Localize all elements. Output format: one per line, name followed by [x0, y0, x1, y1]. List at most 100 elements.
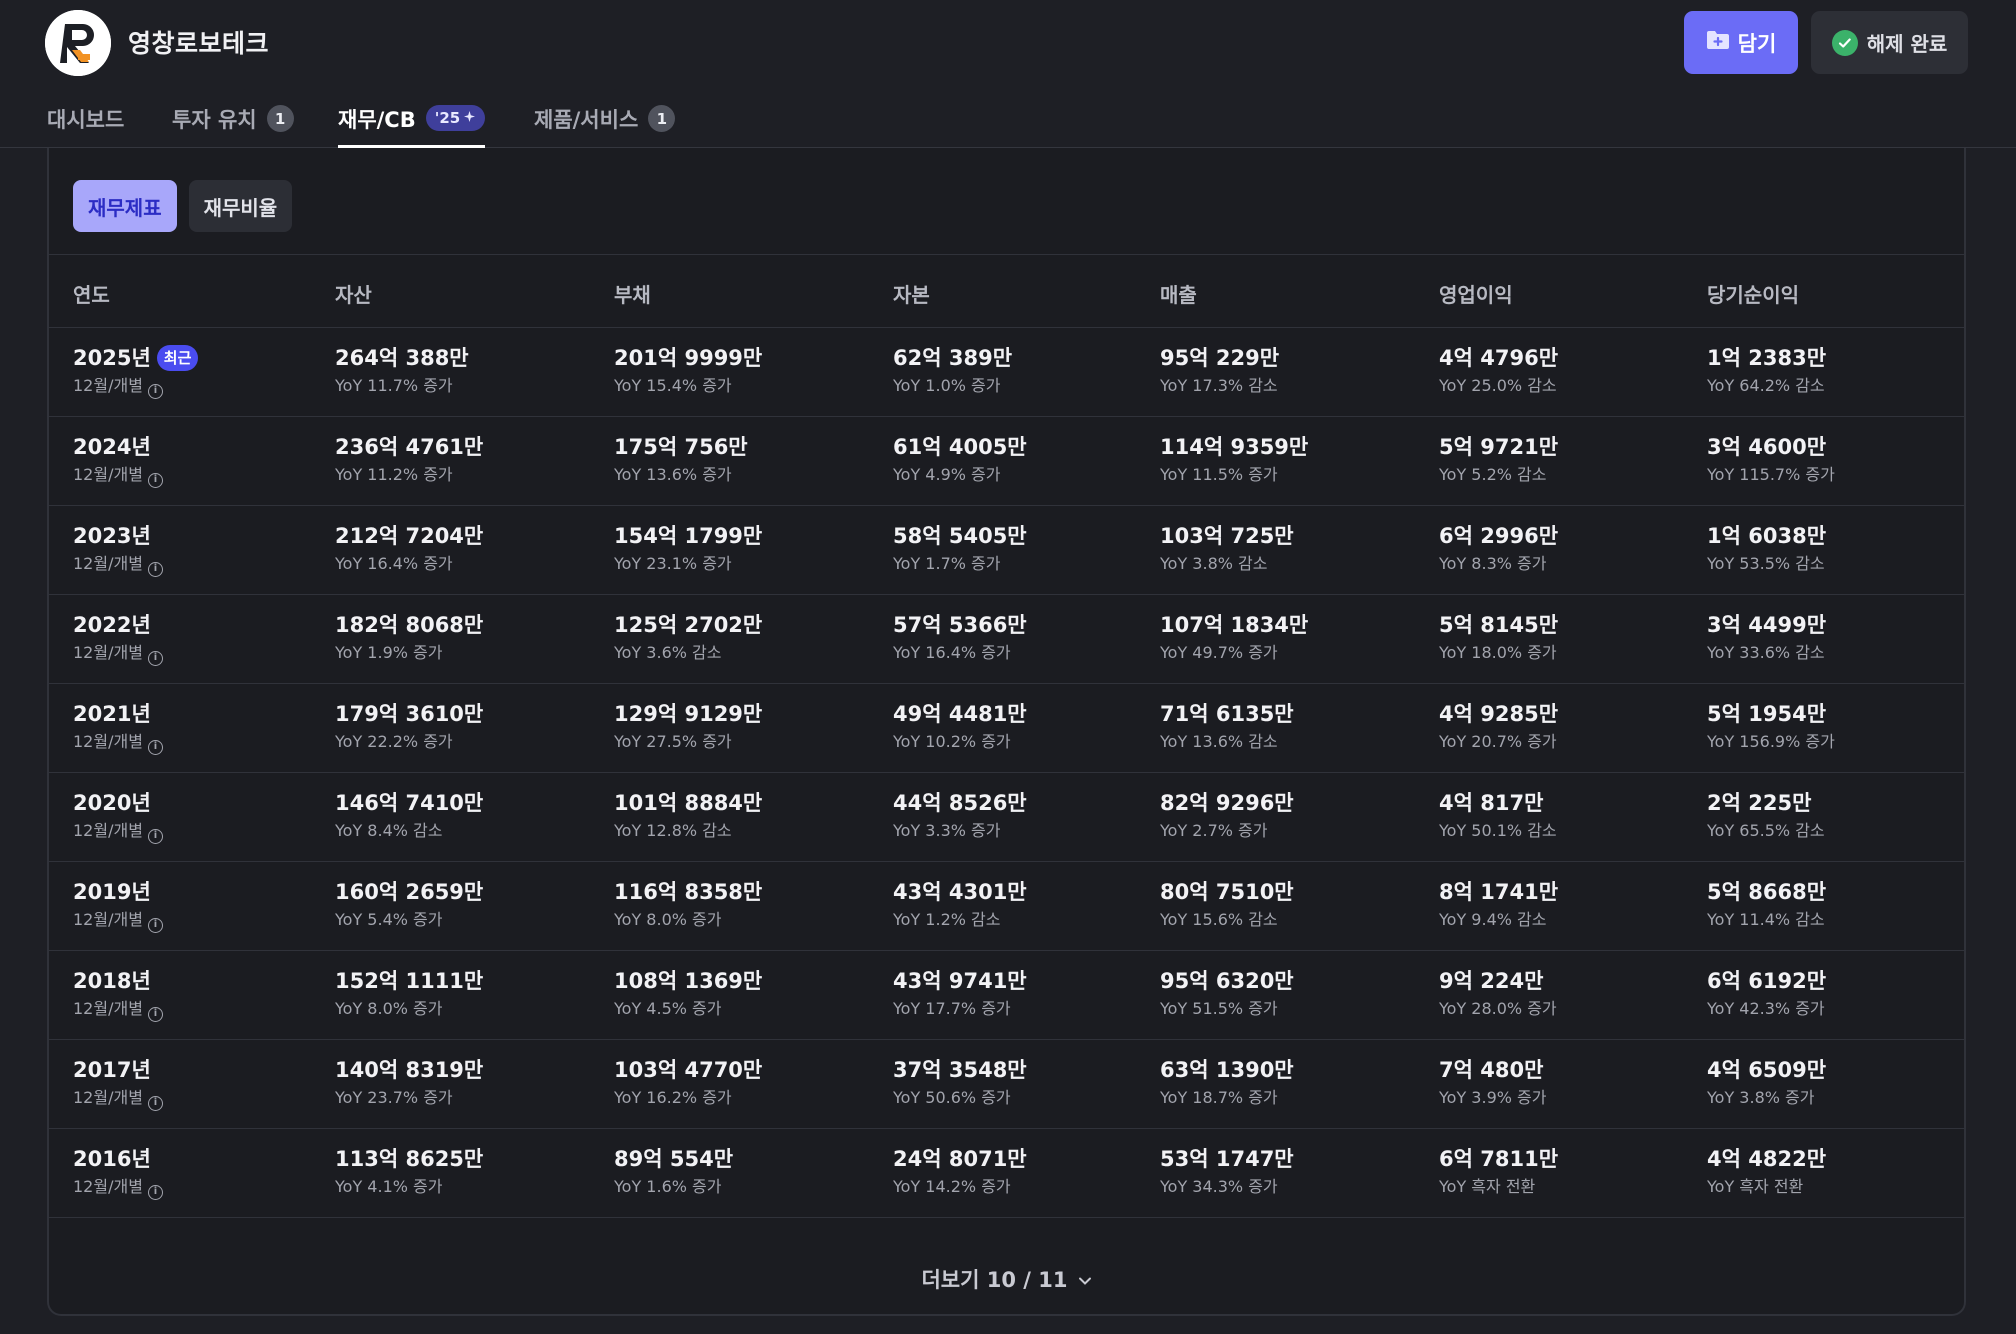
revenue-value: 95억 6320만: [1160, 969, 1294, 993]
operating-income-value: 4억 9285만: [1439, 702, 1559, 726]
equity-value: 49억 4481만: [893, 702, 1027, 726]
liabilities-value: 175억 756만: [614, 435, 748, 459]
revenue-cell: 103억 725만 YoY 3.8% 감소: [1160, 522, 1294, 576]
operating-income-cell: 5억 8145만 YoY 18.0% 증가: [1439, 611, 1558, 665]
assets-cell: 264억 388만 YoY 11.7% 증가: [335, 344, 469, 398]
year-line: 2017년: [73, 1056, 163, 1084]
operating-income-cell: 4억 4796만 YoY 25.0% 감소: [1439, 344, 1558, 398]
revenue-value: 103억 725만: [1160, 524, 1294, 548]
liabilities-value: 201억 9999만: [614, 346, 763, 370]
tab-dashboard[interactable]: 대시보드: [47, 96, 124, 148]
info-icon[interactable]: i: [147, 1184, 163, 1200]
operating-income-yoy: YoY 8.3% 증가: [1439, 554, 1547, 573]
liabilities-value: 129억 9129만: [614, 702, 763, 726]
tab-financial-statements[interactable]: 재무제표: [73, 180, 177, 232]
period-line: 12월/개별 i: [73, 641, 163, 666]
equity-value: 44억 8526만: [893, 791, 1027, 815]
info-icon[interactable]: i: [147, 472, 163, 488]
net-income-cell: 5억 8668만 YoY 11.4% 감소: [1707, 878, 1826, 932]
net-income-cell: 3억 4600만 YoY 115.7% 증가: [1707, 433, 1835, 487]
period-line: 12월/개별 i: [73, 1175, 163, 1200]
year-cell: 2025년 최근 12월/개별 i: [73, 344, 199, 399]
operating-income-yoy: YoY 20.7% 증가: [1439, 732, 1557, 751]
header-revenue: 매출: [1160, 283, 1197, 307]
table-row: 2020년 12월/개별 i 146억 7410만 YoY 8.4% 감소 101억 88…: [49, 773, 1964, 862]
period-label: 12월/개별: [73, 643, 143, 662]
equity-yoy: YoY 17.7% 증가: [893, 999, 1011, 1018]
tab-finance-cb[interactable]: 재무/CB '25: [338, 96, 486, 148]
tab-products[interactable]: 제품/서비스 1: [534, 96, 676, 148]
liabilities-value: 108억 1369만: [614, 969, 763, 993]
net-income-yoy: YoY 64.2% 감소: [1707, 376, 1825, 395]
assets-cell: 236억 4761만 YoY 11.2% 증가: [335, 433, 483, 487]
tab-investment-label: 투자 유치: [172, 108, 257, 132]
operating-income-yoy: YoY 5.2% 감소: [1439, 465, 1547, 484]
equity-yoy: YoY 16.4% 증가: [893, 643, 1011, 662]
period-line: 12월/개별 i: [73, 819, 163, 844]
liabilities-value: 154억 1799만: [614, 524, 763, 548]
equity-value: 58억 5405만: [893, 524, 1027, 548]
assets-yoy: YoY 22.2% 증가: [335, 732, 453, 751]
release-done-label: 해제 완료: [1866, 32, 1948, 56]
assets-cell: 182억 8068만 YoY 1.9% 증가: [335, 611, 483, 665]
info-icon[interactable]: i: [147, 917, 163, 933]
revenue-cell: 82억 9296만 YoY 2.7% 증가: [1160, 789, 1294, 843]
equity-value: 37억 3548만: [893, 1058, 1027, 1082]
release-done-button[interactable]: 해제 완료: [1811, 11, 1968, 74]
tab-financial-ratios[interactable]: 재무비율: [188, 180, 293, 232]
assets-value: 152억 1111만: [335, 969, 484, 993]
revenue-yoy: YoY 11.5% 증가: [1160, 465, 1278, 484]
assets-value: 160억 2659만: [335, 880, 484, 904]
equity-value: 43억 4301만: [893, 880, 1027, 904]
year-cell: 2021년 12월/개별 i: [73, 700, 163, 755]
liabilities-yoy: YoY 13.6% 증가: [614, 465, 732, 484]
revenue-value: 71억 6135만: [1160, 702, 1294, 726]
operating-income-value: 5억 9721만: [1439, 435, 1559, 459]
load-more-button[interactable]: 더보기 10 / 11: [49, 1264, 1964, 1294]
company-name: 영창로보테크: [128, 29, 270, 58]
year-cell: 2020년 12월/개별 i: [73, 789, 163, 844]
operating-income-yoy: YoY 18.0% 증가: [1439, 643, 1557, 662]
revenue-yoy: YoY 13.6% 감소: [1160, 732, 1278, 751]
info-icon[interactable]: i: [147, 561, 163, 577]
year-badge: '25: [425, 105, 486, 131]
period-label: 12월/개별: [73, 910, 143, 929]
liabilities-yoy: YoY 12.8% 감소: [614, 821, 732, 840]
net-income-yoy: YoY 65.5% 감소: [1707, 821, 1825, 840]
info-icon[interactable]: i: [147, 739, 163, 755]
assets-cell: 146억 7410만 YoY 8.4% 감소: [335, 789, 483, 843]
header-operating-income: 영업이익: [1439, 283, 1513, 307]
table-row: 2023년 12월/개별 i 212억 7204만 YoY 16.4% 증가 154억 1…: [49, 506, 1964, 595]
equity-value: 61억 4005만: [893, 435, 1027, 459]
operating-income-cell: 5억 9721만 YoY 5.2% 감소: [1439, 433, 1558, 487]
assets-value: 113억 8625만: [335, 1147, 484, 1171]
revenue-cell: 71억 6135만 YoY 13.6% 감소: [1160, 700, 1294, 754]
period-label: 12월/개별: [73, 554, 143, 573]
assets-cell: 113억 8625만 YoY 4.1% 증가: [335, 1145, 483, 1199]
header-net-income: 당기순이익: [1707, 283, 1799, 307]
table-row: 2024년 12월/개별 i 236억 4761만 YoY 11.2% 증가 175억 7…: [49, 417, 1964, 506]
save-button[interactable]: 담기: [1684, 11, 1798, 74]
equity-yoy: YoY 14.2% 증가: [893, 1177, 1011, 1196]
revenue-yoy: YoY 18.7% 증가: [1160, 1088, 1278, 1107]
assets-cell: 179억 3610만 YoY 22.2% 증가: [335, 700, 483, 754]
info-icon[interactable]: i: [147, 1006, 163, 1022]
info-icon[interactable]: i: [147, 383, 163, 399]
equity-value: 62억 389만: [893, 346, 1013, 370]
year-cell: 2016년 12월/개별 i: [73, 1145, 163, 1200]
info-icon[interactable]: i: [147, 650, 163, 666]
assets-value: 182억 8068만: [335, 613, 484, 637]
operating-income-yoy: YoY 50.1% 감소: [1439, 821, 1557, 840]
year-label: 2017년: [73, 1058, 151, 1082]
info-icon[interactable]: i: [147, 1095, 163, 1111]
assets-yoy: YoY 11.2% 증가: [335, 465, 453, 484]
tab-investment[interactable]: 투자 유치 1: [172, 96, 294, 148]
year-cell: 2023년 12월/개별 i: [73, 522, 163, 577]
info-icon[interactable]: i: [147, 828, 163, 844]
save-label: 담기: [1737, 31, 1777, 56]
liabilities-value: 101억 8884만: [614, 791, 763, 815]
period-line: 12월/개별 i: [73, 552, 163, 577]
top-bar: 영창로보테크 담기 해제 완료 대시보드 투자 유치 1 재무/CB '25 제…: [0, 0, 2016, 148]
net-income-cell: 2억 225만 YoY 65.5% 감소: [1707, 789, 1825, 843]
load-more-label: 더보기 10 / 11: [921, 1268, 1068, 1292]
